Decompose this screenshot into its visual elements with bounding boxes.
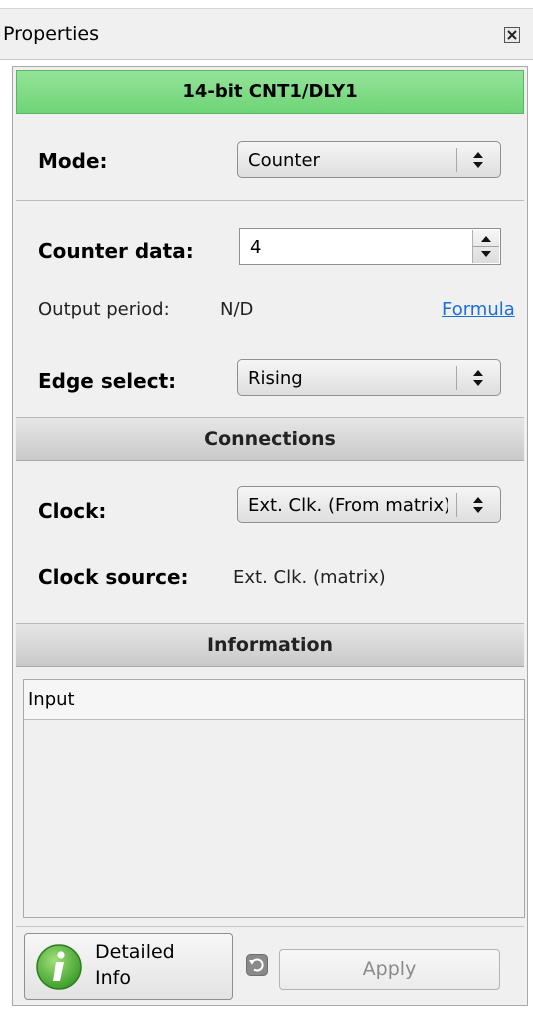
edge-select-dropdown[interactable]: Rising — [237, 359, 501, 396]
output-period-label: Output period: — [38, 299, 170, 320]
detailed-info-line2: Info — [95, 967, 131, 989]
spin-buttons[interactable] — [472, 230, 499, 263]
close-icon — [507, 30, 517, 40]
information-table-header: Input — [24, 680, 524, 720]
counter-data-spinbox[interactable]: 4 — [239, 228, 501, 265]
clock-label: Clock: — [38, 499, 107, 523]
clock-source-value: Ext. Clk. (matrix) — [233, 567, 386, 588]
close-button[interactable] — [504, 27, 520, 43]
counter-data-value: 4 — [250, 237, 262, 258]
bottom-separator — [16, 926, 524, 927]
combo-separator — [456, 366, 457, 390]
mode-select-value: Counter — [248, 150, 320, 171]
edge-select-label: Edge select: — [38, 369, 177, 393]
edge-select-value: Rising — [248, 368, 303, 389]
detailed-info-label: Detailed Info — [95, 939, 175, 991]
detailed-info-line1: Detailed — [95, 941, 175, 963]
clock-select-value: Ext. Clk. (From matrix) — [248, 495, 448, 516]
information-table: Input — [23, 679, 525, 918]
information-header: Information — [16, 623, 524, 667]
properties-titlebar: Properties — [0, 9, 533, 60]
detailed-info-button[interactable]: Detailed Info — [24, 933, 233, 1000]
undo-icon[interactable] — [246, 954, 268, 976]
clock-select[interactable]: Ext. Clk. (From matrix) — [237, 486, 501, 523]
info-icon — [36, 944, 82, 990]
clock-source-label: Clock source: — [38, 565, 189, 589]
combo-separator — [456, 148, 457, 172]
counter-data-label: Counter data: — [38, 239, 194, 263]
panel-title: Properties — [3, 23, 100, 45]
connections-header: Connections — [16, 417, 524, 461]
spin-arrows-icon — [473, 236, 499, 257]
mode-label: Mode: — [38, 149, 108, 173]
mode-select[interactable]: Counter — [237, 141, 501, 178]
apply-button[interactable]: Apply — [279, 949, 500, 990]
properties-panel: 14-bit CNT1/DLY1 Mode: Counter Counter d… — [12, 66, 528, 1006]
updown-arrows-icon — [473, 497, 483, 513]
updown-arrows-icon — [473, 370, 483, 386]
window-top-strip — [0, 0, 533, 9]
block-header: 14-bit CNT1/DLY1 — [16, 70, 524, 114]
updown-arrows-icon — [473, 152, 483, 168]
section-divider — [16, 200, 524, 201]
combo-separator — [456, 493, 457, 517]
formula-link[interactable]: Formula — [442, 299, 515, 320]
output-period-value: N/D — [220, 299, 254, 320]
input-column-header: Input — [28, 689, 75, 710]
